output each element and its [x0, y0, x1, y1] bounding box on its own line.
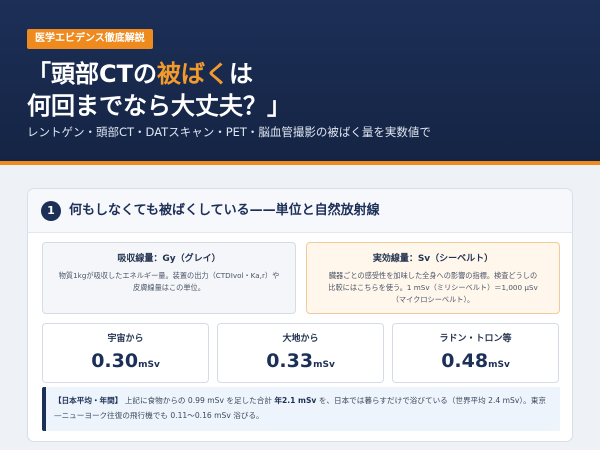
- stat-value: 0.48mSv: [393, 349, 558, 377]
- stat-unit: mSv: [488, 360, 510, 370]
- section-number: 1: [41, 201, 61, 221]
- section-card: 1 何もしなくても被ばくしている——単位と自然放射線 吸収線量：Gy（グレイ） …: [27, 188, 573, 442]
- definition-line: 比較にはこちらを使う。1 mSv（ミリシーベルト）＝1,000 μSv: [328, 283, 538, 292]
- definition-body: 物質1kgが吸収したエネルギー量。装置の出力（CTDIvol・Ka,r）や 皮膚…: [53, 270, 285, 294]
- title-line1-end: は: [228, 60, 253, 88]
- page-title: 「頭部CTの被ばくは 何回までなら大丈夫？」: [27, 58, 587, 122]
- stat-number: 0.30: [91, 350, 139, 372]
- definition-title: 吸収線量：Gy（グレイ）: [117, 254, 221, 264]
- stat-unit: mSv: [138, 360, 160, 370]
- definition-absorbed-dose: 吸収線量：Gy（グレイ） 物質1kgが吸収したエネルギー量。装置の出力（CTDI…: [42, 242, 296, 314]
- definition-body: 臓器ごとの感受性を加味した全身への影響の指標。検査どうしの 比較にはこちらを使う…: [317, 270, 549, 306]
- stat-label: 大地から: [282, 334, 319, 344]
- title-accent-word: 被ばく: [156, 60, 229, 88]
- definition-effective-dose: 実効線量：Sv（シーベルト） 臓器ごとの感受性を加味した全身への影響の指標。検査…: [306, 242, 560, 314]
- japan-average-note: 【日本平均・年間】 上記に食物からの 0.99 mSv を足した合計 年2.1 …: [42, 387, 560, 431]
- note-lead: 【日本平均・年間】: [54, 396, 123, 405]
- title-line2: 何回までなら大丈夫？」: [27, 92, 291, 120]
- section-header: 1 何もしなくても被ばくしている——単位と自然放射線: [28, 189, 572, 233]
- stat-value: 0.30mSv: [43, 349, 208, 377]
- definition-line: （マイクロシーベルト）。: [391, 295, 475, 304]
- title-line1-start: 「頭部CTの: [27, 60, 157, 88]
- stat-label: ラドン・トロン等: [439, 334, 512, 344]
- stat-label: 宇宙から: [107, 334, 144, 344]
- stat-radon: ラドン・トロン等 0.48mSv: [392, 323, 559, 383]
- definition-line: 皮膚線量はこの単位。: [133, 283, 205, 292]
- hero-accent-stripe: [0, 161, 600, 165]
- stat-number: 0.33: [266, 350, 314, 372]
- note-text: 上記に食物からの 0.99 mSv を足した合計: [124, 396, 272, 405]
- page-subtitle: レントゲン・頭部CT・DATスキャン・PET・脳血管撮影の被ばく量を実数値で: [27, 125, 431, 139]
- definition-line: 物質1kgが吸収したエネルギー量。装置の出力（CTDIvol・Ka,r）や: [58, 271, 280, 280]
- stat-value: 0.33mSv: [218, 349, 383, 377]
- category-badge: 医学エビデンス徹底解説: [27, 29, 153, 49]
- section-title: 何もしなくても被ばくしている——単位と自然放射線: [69, 203, 380, 218]
- note-text: を、日本では暮らすだけで浴びている（世界平均 2.4: [318, 396, 501, 405]
- definition-title: 実効線量：Sv（シーベルト）: [372, 254, 494, 264]
- stat-unit: mSv: [313, 360, 335, 370]
- stat-number: 0.48: [441, 350, 489, 372]
- stat-terrestrial: 大地から 0.33mSv: [217, 323, 384, 383]
- note-highlight: 年2.1 mSv: [274, 396, 317, 405]
- stat-cosmic: 宇宙から 0.30mSv: [42, 323, 209, 383]
- definition-line: 臓器ごとの感受性を加味した全身への影響の指標。検査どうしの: [328, 271, 538, 280]
